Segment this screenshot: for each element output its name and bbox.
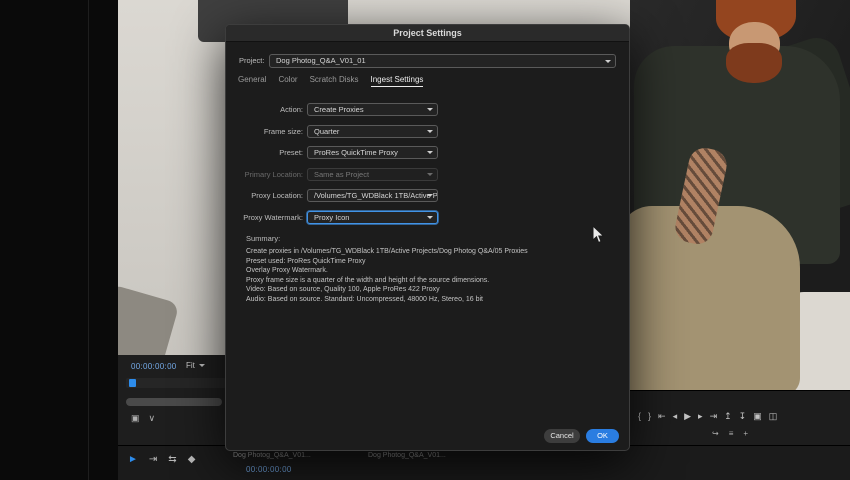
tab-scratch-disks[interactable]: Scratch Disks	[310, 75, 359, 87]
project-settings-dialog: Project Settings Project: Dog Photog_Q&A…	[225, 24, 630, 451]
background-shadow	[118, 283, 180, 355]
mouse-cursor	[592, 225, 605, 244]
go-to-out-icon[interactable]: ⇥	[710, 411, 718, 422]
action-label: Action:	[280, 105, 303, 114]
extract-icon[interactable]: ↧	[739, 411, 747, 422]
go-to-in-icon[interactable]: ⇤	[658, 411, 666, 422]
primary-location-label: Primary Location:	[244, 170, 303, 179]
chevron-down-icon	[427, 130, 433, 133]
summary-label: Summary:	[246, 234, 281, 243]
tab-color[interactable]: Color	[278, 75, 297, 87]
fit-label: Fit	[186, 361, 195, 370]
add-button-icon[interactable]: +	[743, 429, 748, 438]
mark-out-icon[interactable]: }	[648, 411, 651, 422]
export-frame-icon[interactable]: ▣	[753, 411, 762, 422]
action-dropdown[interactable]: Create Proxies	[307, 103, 438, 116]
panel-divider	[88, 0, 89, 480]
summary-line: Audio: Based on source. Standard: Uncomp…	[246, 295, 483, 303]
step-forward-icon[interactable]: ▸	[698, 411, 703, 422]
premiere-app-window: 00:00:00:00 Fit ▣ ∨ { } ⇤ ◂ ▶ ▸ ⇥ ↥ ↧ ▣ …	[0, 0, 850, 480]
frame-size-value: Quarter	[314, 127, 340, 136]
summary-text: Create proxies in /Volumes/TG_WDBlack 1T…	[246, 247, 528, 304]
source-zoom-scrollbar[interactable]	[126, 398, 222, 406]
program-transport-bar: { } ⇤ ◂ ▶ ▸ ⇥ ↥ ↧ ▣ ◫ ↪ ≡ +	[630, 390, 850, 450]
drag-video-icon[interactable]: ↪	[712, 429, 719, 438]
ripple-edit-tool-icon[interactable]: ⇆	[168, 454, 176, 465]
pen-tool-icon[interactable]: ◆	[188, 454, 196, 465]
proxy-watermark-label: Proxy Watermark:	[243, 213, 303, 222]
program-monitor-video	[630, 0, 850, 390]
timeline-timecode[interactable]: 00:00:00:00	[246, 465, 292, 474]
summary-line: Overlay Proxy Watermark.	[246, 267, 328, 274]
preset-value: ProRes QuickTime Proxy	[314, 148, 398, 157]
project-dropdown-value: Dog Photog_Q&A_V01_01	[276, 56, 366, 65]
chevron-down-icon	[427, 216, 433, 219]
chevron-down-icon	[427, 194, 433, 197]
summary-line: Preset used: ProRes QuickTime Proxy	[246, 257, 366, 265]
summary-line: Proxy frame size is a quarter of the wid…	[246, 276, 490, 284]
source-timecode[interactable]: 00:00:00:00	[131, 362, 177, 371]
action-value: Create Proxies	[314, 105, 364, 114]
primary-location-value: Same as Project	[314, 170, 370, 179]
settings-tabs: General Color Scratch Disks Ingest Setti…	[238, 75, 424, 87]
source-mini-ruler[interactable]	[126, 378, 226, 388]
proxy-watermark-dropdown[interactable]: Proxy Icon	[307, 211, 438, 224]
proxy-location-value: /Volumes/TG_WDBlack 1TB/Active P...	[314, 191, 438, 200]
mark-in-icon[interactable]: {	[638, 411, 641, 422]
summary-line: Create proxies in /Volumes/TG_WDBlack 1T…	[246, 248, 528, 255]
person-beard	[726, 43, 782, 83]
cancel-button[interactable]: Cancel	[544, 429, 580, 443]
tab-general[interactable]: General	[238, 75, 266, 87]
sequence-tab[interactable]: Dog Photog_Q&A_V01...	[368, 452, 446, 459]
lift-icon[interactable]: ↥	[724, 411, 732, 422]
frame-size-dropdown[interactable]: Quarter	[307, 125, 438, 138]
track-select-tool-icon[interactable]: ⇥	[149, 454, 157, 465]
project-panel-rail	[0, 0, 118, 480]
frame-size-label: Frame size:	[263, 127, 303, 136]
primary-location-dropdown: Same as Project	[307, 168, 438, 181]
summary-line: Video: Based on source, Quality 100, App…	[246, 286, 440, 293]
sequence-tab[interactable]: Dog Photog_Q&A_V01...	[233, 452, 311, 459]
proxy-watermark-value: Proxy Icon	[314, 213, 350, 222]
source-playhead[interactable]	[129, 379, 136, 387]
preset-dropdown[interactable]: ProRes QuickTime Proxy	[307, 146, 438, 159]
dialog-title: Project Settings	[226, 25, 629, 42]
project-dropdown[interactable]: Dog Photog_Q&A_V01_01	[269, 54, 616, 68]
play-icon[interactable]: ▶	[684, 411, 691, 422]
tab-ingest-settings[interactable]: Ingest Settings	[370, 75, 424, 87]
chevron-down-icon	[605, 59, 611, 63]
person-pants	[630, 206, 800, 390]
fit-zoom-dropdown[interactable]: Fit	[186, 361, 205, 370]
chevron-down-icon	[427, 151, 433, 154]
chevron-down-icon	[427, 173, 433, 176]
proxy-location-label: Proxy Location:	[251, 191, 303, 200]
proxy-location-dropdown[interactable]: /Volumes/TG_WDBlack 1TB/Active P...	[307, 189, 438, 202]
button-editor-icon[interactable]: ≡	[729, 429, 734, 438]
step-back-icon[interactable]: ◂	[673, 411, 678, 422]
chevron-down-icon[interactable]: ∨	[149, 413, 156, 424]
comparison-view-icon[interactable]: ◫	[769, 411, 778, 422]
selection-tool-icon[interactable]: ►	[128, 454, 138, 465]
chevron-down-icon	[427, 108, 433, 111]
ok-button[interactable]: OK	[586, 429, 619, 443]
chevron-down-icon	[198, 364, 205, 367]
project-label: Project:	[239, 56, 265, 65]
comparison-icon[interactable]: ▣	[131, 413, 140, 424]
preset-label: Preset:	[279, 148, 303, 157]
